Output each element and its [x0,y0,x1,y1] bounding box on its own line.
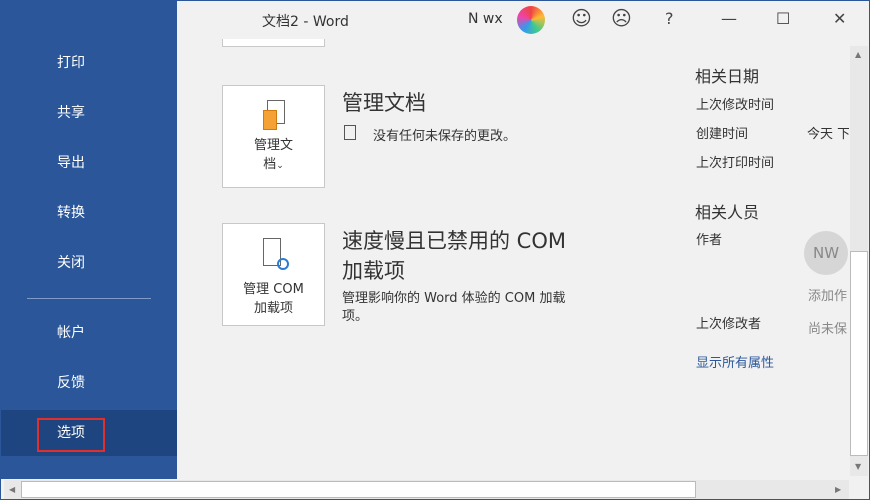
created-label: 创建时间 [696,127,749,142]
smile-icon[interactable]: ☺ [571,6,592,30]
chevron-down-icon: ⌄ [276,161,284,171]
manage-com-button[interactable]: 管理 COM 加载项 [222,223,325,326]
last-modified-by-label: 上次修改者 [696,317,762,332]
sidebar-item-feedback[interactable]: 反馈 [1,360,177,406]
vertical-scroll-thumb[interactable] [850,251,868,456]
help-button[interactable]: ? [665,9,674,28]
scroll-left-icon[interactable]: ◀ [9,485,15,494]
minimize-button[interactable]: — [721,9,737,28]
highlight-box [37,418,105,452]
manage-document-button[interactable]: 管理文 档⌄ [222,85,325,188]
related-people-heading: 相关人员 [695,203,760,222]
sidebar-divider [27,298,151,299]
document-icon [262,100,285,130]
author-label: 作者 [696,233,723,248]
window-title: 文档2 - Word [262,14,349,30]
sidebar-item-export[interactable]: 导出 [1,140,177,186]
sidebar-item-close[interactable]: 关闭 [1,240,177,286]
user-name[interactable]: N wx [468,11,503,27]
sidebar-item-share[interactable]: 共享 [1,90,177,136]
author-avatar: NW [804,231,848,275]
scroll-up-icon[interactable]: ▲ [855,50,861,59]
manage-document-label-1: 管理文 [253,138,293,153]
manage-com-label-2: 加载项 [253,301,293,316]
manage-com-label-1: 管理 COM [243,282,304,297]
scroll-right-icon[interactable]: ▶ [835,485,841,494]
user-avatar[interactable] [517,6,545,34]
close-button[interactable]: ✕ [833,9,846,28]
document-status-icon [344,125,356,140]
sidebar: 打印 共享 导出 转换 关闭 帐户 反馈 选项 [1,1,177,479]
add-author-link[interactable]: 添加作 [808,285,850,304]
manage-document-heading: 管理文档 [342,91,426,115]
sidebar-item-options[interactable]: 选项 [1,410,177,456]
manage-document-label-2: 档⌄ [263,157,284,172]
last-printed-label: 上次打印时间 [696,156,775,171]
com-addins-icon [259,238,289,272]
com-desc-2: 项。 [342,309,369,324]
horizontal-scroll-thumb[interactable] [21,481,696,498]
maximize-button[interactable]: ☐ [776,9,790,28]
related-dates-heading: 相关日期 [695,67,760,86]
vertical-scrollbar[interactable]: ▲ ▼ [850,46,868,476]
show-all-properties-link[interactable]: 显示所有属性 [696,352,774,371]
sidebar-item-account[interactable]: 帐户 [1,310,177,356]
last-modified-by-value: 尚未保 [808,322,848,337]
sidebar-item-print[interactable]: 打印 [1,40,177,86]
last-modified-label: 上次修改时间 [696,98,775,113]
horizontal-scrollbar[interactable]: ◀ ▶ [4,480,849,499]
com-heading-2: 加载项 [342,259,405,283]
sidebar-item-convert[interactable]: 转换 [1,190,177,236]
card-partial [222,39,325,47]
com-heading-1: 速度慢且已禁用的 COM [342,229,566,253]
frown-icon[interactable]: ☹ [611,6,632,30]
scroll-down-icon[interactable]: ▼ [855,462,861,471]
manage-document-status: 没有任何未保存的更改。 [373,129,517,144]
com-desc-1: 管理影响你的 Word 体验的 COM 加载 [342,291,566,306]
created-value: 今天 下 [807,127,849,142]
